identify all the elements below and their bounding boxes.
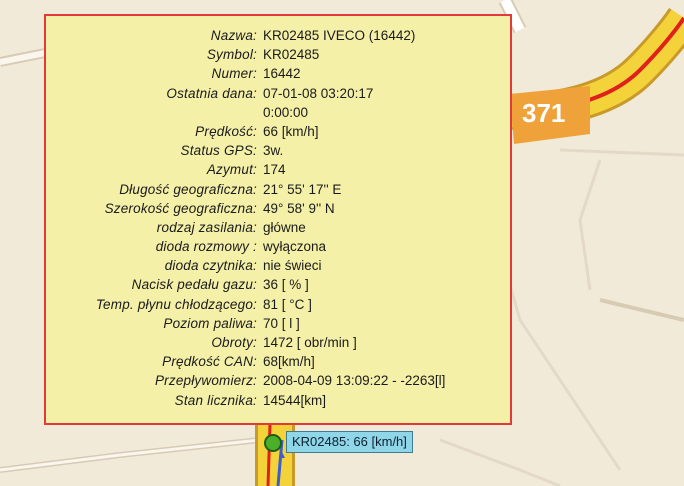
tooltip-row: Nacisk pedału gazu: 36 [ % ] bbox=[46, 275, 510, 294]
tooltip-row-label: Obroty: bbox=[211, 335, 257, 350]
tooltip-row-value: nie świeci bbox=[263, 258, 322, 274]
tooltip-row-label: Nazwa: bbox=[210, 28, 257, 43]
tooltip-row-label: Temp. płynu chłodzącego: bbox=[95, 296, 257, 312]
tooltip-row: Długość geograficzna: 21° 55' 17'' E bbox=[46, 180, 510, 199]
road-number-badge: 371 bbox=[510, 86, 590, 144]
tooltip-row: 0:00:00 bbox=[46, 103, 510, 122]
tooltip-row-label: Szerokość geograficzna: bbox=[104, 200, 257, 216]
tooltip-row: Prędkość CAN: 68[km/h] bbox=[46, 352, 510, 371]
tooltip-row: Poziom paliwa: 70 [ l ] bbox=[46, 314, 510, 333]
tooltip-row-label: Długość geograficzna: bbox=[119, 181, 257, 197]
tooltip-row-label: Nacisk pedału gazu: bbox=[131, 277, 257, 293]
tooltip-row-value: 174 bbox=[263, 162, 286, 178]
tooltip-row-value: 2008-04-09 13:09:22 - -2263[l] bbox=[263, 373, 446, 389]
tooltip-row-value: 07-01-08 03:20:17 bbox=[263, 85, 374, 101]
tooltip-row-value: 81 [ °C ] bbox=[263, 296, 312, 312]
tooltip-row-value: główne bbox=[263, 219, 306, 235]
tooltip-row-label: Przepływomierz: bbox=[154, 373, 257, 389]
tooltip-row-label: Prędkość: bbox=[195, 123, 257, 139]
tooltip-row: Temp. płynu chłodzącego: 81 [ °C ] bbox=[46, 295, 510, 314]
tooltip-row: dioda rozmowy : wyłączona bbox=[46, 237, 510, 256]
tooltip-row-value: 49° 58' 9'' N bbox=[263, 200, 335, 216]
tooltip-row-value: 16442 bbox=[263, 66, 301, 82]
tooltip-row-value: 0:00:00 bbox=[263, 104, 309, 120]
tooltip-row: Nazwa: KR02485 IVECO (16442) bbox=[46, 26, 510, 45]
tooltip-row-value: 21° 55' 17'' E bbox=[263, 181, 342, 197]
vehicle-info-tooltip: Nazwa: KR02485 IVECO (16442) Symbol: KR0248… bbox=[44, 14, 512, 425]
tooltip-row-value: 36 [ % ] bbox=[263, 277, 309, 293]
tooltip-row: Azymut: 174 bbox=[46, 160, 510, 179]
tooltip-row: Status GPS: 3w. bbox=[46, 141, 510, 160]
tooltip-row: Stan licznika: 14544[km] bbox=[46, 391, 510, 410]
tooltip-row: Szerokość geograficzna: 49° 58' 9'' N bbox=[46, 199, 510, 218]
tooltip-row-label: Numer: bbox=[211, 66, 257, 82]
tooltip-row-label: Poziom paliwa: bbox=[163, 315, 257, 331]
tooltip-row: dioda czytnika: nie świeci bbox=[46, 256, 510, 275]
road-number-text: 371 bbox=[522, 98, 565, 128]
tooltip-row-value: wyłączona bbox=[263, 239, 327, 255]
tooltip-row: Prędkość: 66 [km/h] bbox=[46, 122, 510, 141]
tooltip-row: Ostatnia dana: 07-01-08 03:20:17 bbox=[46, 84, 510, 103]
vehicle-label[interactable]: KR02485: 66 [km/h] bbox=[286, 431, 413, 453]
tooltip-row-label: dioda czytnika: bbox=[164, 258, 257, 274]
tooltip-row: Przepływomierz: 2008-04-09 13:09:22 - -22… bbox=[46, 371, 510, 390]
tooltip-row-label: dioda rozmowy : bbox=[155, 239, 257, 255]
tooltip-row-value: 70 [ l ] bbox=[263, 315, 300, 331]
tooltip-row-value: KR02485 IVECO (16442) bbox=[263, 28, 416, 43]
tooltip-row-label: Stan licznika: bbox=[174, 392, 257, 408]
tooltip-row-value: 14544[km] bbox=[263, 392, 327, 408]
tooltip-row-label: Azymut: bbox=[206, 162, 257, 178]
tooltip-row-value: 66 [km/h] bbox=[263, 123, 319, 139]
tooltip-row: rodzaj zasilania: główne bbox=[46, 218, 510, 237]
tooltip-row-label: Symbol: bbox=[206, 47, 257, 63]
tooltip-row-label: Ostatnia dana: bbox=[166, 85, 257, 101]
tooltip-row-value: 68[km/h] bbox=[263, 354, 315, 370]
tooltip-row: Numer: 16442 bbox=[46, 64, 510, 83]
tooltip-row-label: Status GPS: bbox=[180, 143, 257, 159]
tooltip-row-label: Prędkość CAN: bbox=[162, 354, 257, 370]
vehicle-marker[interactable] bbox=[264, 434, 282, 452]
tooltip-row-value: KR02485 bbox=[263, 47, 320, 63]
tooltip-row-label bbox=[46, 103, 258, 122]
tooltip-row: Obroty: 1472 [ obr/min ] bbox=[46, 333, 510, 352]
tooltip-row-label: rodzaj zasilania: bbox=[156, 219, 257, 235]
tooltip-row: Symbol: KR02485 bbox=[46, 45, 510, 64]
tooltip-row-value: 3w. bbox=[263, 143, 284, 159]
tooltip-row-value: 1472 [ obr/min ] bbox=[263, 335, 357, 350]
